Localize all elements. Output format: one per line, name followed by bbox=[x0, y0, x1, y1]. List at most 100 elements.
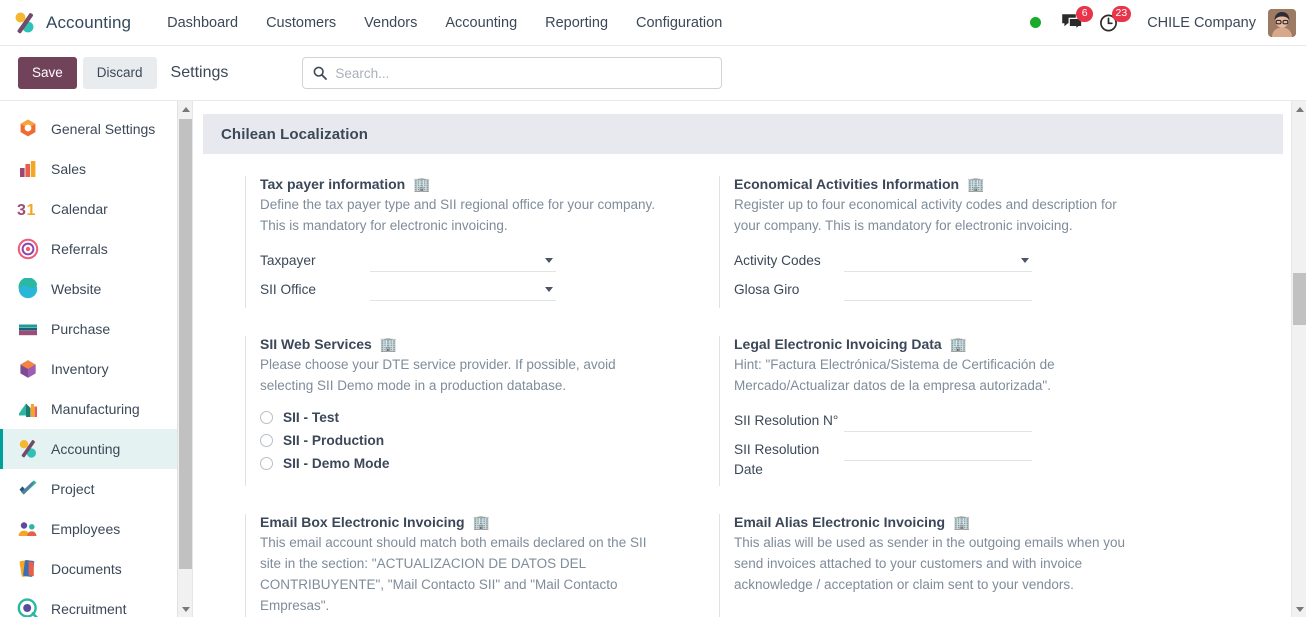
sidebar-item-purchase[interactable]: Purchase bbox=[0, 309, 192, 349]
sidebar-item-calendar[interactable]: 3 1 Calendar bbox=[0, 189, 192, 229]
sidebar-item-referrals[interactable]: Referrals bbox=[0, 229, 192, 269]
sidebar-item-inventory[interactable]: Inventory bbox=[0, 349, 192, 389]
section-title: Chilean Localization bbox=[221, 125, 369, 143]
scroll-up-arrow-icon[interactable] bbox=[178, 101, 192, 117]
sidebar-item-label: Recruitment bbox=[51, 601, 127, 617]
scroll-up-arrow-icon[interactable] bbox=[1292, 101, 1306, 117]
sidebar-item-manufacturing[interactable]: Manufacturing bbox=[0, 389, 192, 429]
online-status-dot bbox=[1030, 17, 1042, 28]
discard-button[interactable]: Discard bbox=[82, 57, 157, 89]
field-group: Taxpayer SII Office bbox=[260, 250, 719, 302]
sidebar-item-recruitment[interactable]: Recruitment bbox=[0, 589, 192, 617]
setting-title-text: SII Web Services bbox=[260, 336, 372, 353]
messages-button[interactable]: 6 bbox=[1057, 0, 1094, 46]
radio-icon[interactable] bbox=[260, 457, 273, 471]
field-label: SII Resolution N° bbox=[734, 413, 839, 429]
sidebar-item-general-settings[interactable]: General Settings bbox=[0, 109, 192, 149]
sidebar-list: General Settings Sales 3 1 Calendar Refe… bbox=[0, 101, 192, 617]
sidebar-item-label: Project bbox=[51, 481, 95, 497]
sidebar-scrollbar[interactable] bbox=[177, 101, 192, 617]
setting-email-box-electronic-invoicing: Email Box Electronic Invoicing 🏢 This em… bbox=[245, 514, 719, 617]
settings-main: Chilean Localization Tax payer informati… bbox=[193, 101, 1306, 617]
sidebar-scrollbar-thumb[interactable] bbox=[179, 119, 192, 569]
sidebar-item-website[interactable]: Website bbox=[0, 269, 192, 309]
sidebar-item-documents[interactable]: Documents bbox=[0, 549, 192, 589]
sii-office-select[interactable] bbox=[370, 279, 556, 302]
radio-sii-production[interactable]: SII - Production bbox=[260, 433, 719, 448]
setting-title-text: Economical Activities Information bbox=[734, 176, 960, 192]
field-label: Taxpayer bbox=[260, 253, 316, 269]
menu-item-configuration[interactable]: Configuration bbox=[622, 0, 736, 46]
activities-button[interactable]: 23 bbox=[1095, 0, 1132, 46]
radio-icon[interactable] bbox=[260, 434, 273, 448]
settings-scrollview: Chilean Localization Tax payer informati… bbox=[193, 101, 1291, 617]
brand-name: Accounting bbox=[46, 12, 132, 32]
search-input[interactable] bbox=[335, 65, 712, 81]
menu-item-vendors[interactable]: Vendors bbox=[350, 0, 431, 46]
sidebar-item-label: Documents bbox=[51, 561, 122, 577]
sales-icon bbox=[17, 158, 39, 180]
field-glosa-giro: Glosa Giro bbox=[734, 279, 1193, 302]
field-group: Activity Codes Glosa Giro bbox=[734, 250, 1193, 302]
company-building-icon: 🏢 bbox=[953, 514, 971, 531]
manufacturing-icon bbox=[17, 398, 39, 420]
purchase-icon bbox=[17, 318, 39, 340]
menu-item-accounting[interactable]: Accounting bbox=[431, 0, 531, 46]
sidebar-item-label: Employees bbox=[51, 521, 121, 537]
menu-item-dashboard[interactable]: Dashboard bbox=[153, 0, 252, 46]
main-menu: Dashboard Customers Vendors Accounting R… bbox=[153, 0, 736, 46]
menu-item-customers[interactable]: Customers bbox=[252, 0, 350, 46]
company-building-icon: 🏢 bbox=[949, 336, 968, 353]
employees-icon bbox=[17, 518, 39, 540]
glosa-giro-input[interactable] bbox=[844, 279, 1032, 302]
company-switcher[interactable]: CHILE Company bbox=[1133, 15, 1266, 31]
field-sii-resolution-date: SII Resolution Date bbox=[734, 439, 1193, 479]
user-avatar[interactable] bbox=[1268, 8, 1296, 37]
setting-title: Economical Activities Information 🏢 bbox=[734, 176, 1193, 192]
project-icon bbox=[17, 478, 39, 500]
main-scrollbar-thumb[interactable] bbox=[1293, 273, 1306, 325]
sidebar-item-sales[interactable]: Sales bbox=[0, 149, 192, 189]
main-scrollbar[interactable] bbox=[1291, 101, 1306, 617]
menu-item-reporting[interactable]: Reporting bbox=[531, 0, 622, 46]
sidebar-item-employees[interactable]: Employees bbox=[0, 509, 192, 549]
accounting-logo-icon bbox=[12, 10, 38, 36]
top-navbar: Accounting Dashboard Customers Vendors A… bbox=[0, 0, 1306, 46]
activities-badge: 23 bbox=[1111, 5, 1132, 22]
scroll-down-arrow-icon[interactable] bbox=[1292, 601, 1306, 617]
brand-home-link[interactable]: Accounting bbox=[0, 0, 135, 46]
sidebar-item-project[interactable]: Project bbox=[0, 469, 192, 509]
chevron-down-icon bbox=[545, 287, 553, 293]
field-activity-codes: Activity Codes bbox=[734, 250, 1193, 273]
setting-title-text: Legal Electronic Invoicing Data bbox=[734, 336, 942, 353]
radio-sii-test[interactable]: SII - Test bbox=[260, 410, 719, 425]
setting-email-alias-electronic-invoicing: Email Alias Electronic Invoicing 🏢 This … bbox=[719, 514, 1193, 617]
sidebar-item-label: Manufacturing bbox=[51, 401, 140, 417]
company-building-icon: 🏢 bbox=[413, 176, 431, 192]
radio-sii-demo-mode[interactable]: SII - Demo Mode bbox=[260, 456, 719, 471]
website-icon bbox=[17, 277, 39, 300]
section-header-chilean-localization: Chilean Localization bbox=[203, 114, 1283, 154]
radio-icon[interactable] bbox=[260, 411, 273, 425]
settings-grid: Tax payer information 🏢 Define the tax p… bbox=[193, 154, 1291, 617]
sii-resolution-number-input[interactable] bbox=[844, 410, 1032, 433]
field-taxpayer: Taxpayer bbox=[260, 250, 719, 273]
setting-title: Legal Electronic Invoicing Data 🏢 bbox=[734, 336, 1193, 352]
field-sii-office: SII Office bbox=[260, 279, 719, 302]
sii-resolution-date-input[interactable] bbox=[844, 439, 1032, 462]
setting-title: SII Web Services 🏢 bbox=[260, 336, 719, 352]
setting-legal-electronic-invoicing-data: Legal Electronic Invoicing Data 🏢 Hint: … bbox=[719, 336, 1193, 487]
taxpayer-select[interactable] bbox=[370, 250, 556, 273]
setting-tax-payer-information: Tax payer information 🏢 Define the tax p… bbox=[245, 176, 719, 309]
save-button[interactable]: Save bbox=[18, 57, 77, 89]
inventory-icon bbox=[17, 358, 39, 380]
scroll-down-arrow-icon[interactable] bbox=[178, 601, 192, 617]
search-icon bbox=[313, 66, 328, 80]
messages-badge: 6 bbox=[1076, 5, 1094, 22]
setting-description: Define the tax payer type and SII region… bbox=[260, 197, 655, 234]
sidebar-item-accounting[interactable]: Accounting bbox=[0, 429, 192, 469]
search-box[interactable] bbox=[302, 57, 723, 89]
field-label: Glosa Giro bbox=[734, 282, 800, 298]
sidebar-item-label: Sales bbox=[51, 161, 87, 177]
activity-codes-select[interactable] bbox=[844, 250, 1032, 273]
